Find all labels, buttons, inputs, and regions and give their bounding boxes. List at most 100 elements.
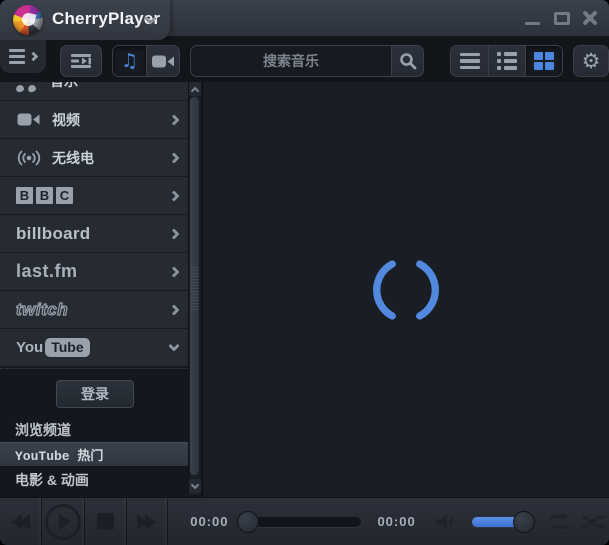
rewind-icon [10, 513, 30, 530]
seek-slider-thumb[interactable] [237, 510, 260, 533]
submenu-item-browse-channels[interactable]: 浏览频道 [0, 417, 190, 442]
loading-spinner-icon [373, 259, 439, 320]
sidebar-item-billboard[interactable]: billboard [0, 215, 190, 253]
scroll-up-button[interactable] [189, 82, 201, 96]
search-box [190, 45, 424, 77]
sidebar-item-youtube[interactable]: You Tube [0, 329, 190, 367]
stop-icon [96, 513, 114, 530]
play-icon [44, 503, 81, 540]
fast-forward-icon [137, 513, 157, 530]
lastfm-logo: last.fm [16, 261, 78, 281]
sidebar-item-lastfm[interactable]: last.fm [0, 253, 190, 291]
maximize-icon [554, 11, 570, 25]
chevron-down-icon [168, 339, 180, 352]
rewind-button[interactable] [0, 497, 42, 545]
cherryplayer-window: CherryPlayer ♫ 搜索音乐 ⚙ 视频 无线电 B B C billb… [0, 0, 609, 545]
view-toggle-group [450, 45, 563, 77]
sidebar: 音乐 视频 [0, 82, 202, 497]
chevron-right-icon [168, 189, 180, 202]
main-menu-button[interactable] [0, 40, 46, 73]
chevron-right-icon [28, 51, 39, 62]
youtube-logo-tube: Tube [45, 338, 90, 357]
minimize-button[interactable] [521, 7, 543, 29]
stop-button[interactable] [85, 497, 127, 545]
music-mode-button[interactable]: ♫ [113, 46, 146, 76]
media-mode-toggle: ♫ [112, 45, 180, 77]
chevron-right-icon [168, 151, 180, 164]
toolbar: ♫ 搜索音乐 ⚙ [0, 40, 609, 82]
list-view-icon [459, 52, 480, 70]
volume-slider[interactable] [471, 510, 536, 533]
youtube-logo: You Tube [16, 338, 90, 357]
playlist-button[interactable] [60, 45, 102, 77]
scrollbar-grip [191, 267, 198, 311]
bbc-letter: C [56, 187, 73, 204]
player-view [202, 82, 609, 497]
titlebar: CherryPlayer [0, 0, 609, 40]
cherryplayer-logo-icon [13, 5, 43, 35]
scrollbar-thumb[interactable] [190, 97, 199, 475]
shuffle-button[interactable] [581, 513, 609, 531]
sidebar-item-twitch[interactable]: twitch [0, 291, 190, 329]
view-detail-button[interactable] [488, 46, 525, 76]
chevron-right-icon [168, 303, 180, 316]
submenu-item-youtube-trending[interactable]: YouTube 热门 [0, 442, 190, 467]
speaker-icon [435, 514, 453, 529]
sidebar-item-music[interactable]: 音乐 [0, 82, 190, 101]
youtube-submenu: 登录 浏览频道 YouTube 热门 电影 & 动画 [0, 368, 190, 497]
view-grid-button[interactable] [525, 46, 562, 76]
volume-slider-thumb[interactable] [513, 510, 536, 533]
youtube-logo-you: You [16, 339, 44, 356]
chevron-right-icon [168, 227, 180, 240]
music-note-icon [15, 83, 37, 93]
sidebar-item-label: 无线电 [52, 149, 94, 166]
radio-waves-icon [16, 150, 42, 166]
twitch-logo: twitch [15, 299, 69, 319]
seek-slider[interactable] [237, 510, 362, 533]
billboard-logo: billboard [16, 223, 91, 243]
sidebar-item-bbc[interactable]: B B C [0, 177, 190, 215]
chevron-right-icon [168, 113, 180, 126]
view-list-button[interactable] [451, 46, 488, 76]
playlist-icon [71, 54, 91, 68]
shuffle-icon [581, 513, 608, 530]
maximize-button[interactable] [551, 7, 573, 29]
repeat-icon [550, 513, 570, 530]
login-button[interactable]: 登录 [56, 380, 134, 408]
video-mode-button[interactable] [146, 46, 179, 76]
content-area: 音乐 视频 [0, 82, 609, 497]
close-icon [582, 10, 598, 26]
chevron-up-icon [190, 86, 200, 95]
submenu-item-movies-animation[interactable]: 电影 & 动画 [0, 467, 190, 492]
sidebar-item-label: 音乐 [50, 82, 78, 91]
magnifier-icon [399, 53, 416, 70]
playback-controlbar: 00:00 00:00 [0, 497, 609, 545]
minimize-icon [524, 21, 540, 25]
grid-view-icon [534, 52, 554, 70]
repeat-button[interactable] [547, 513, 573, 531]
gear-icon: ⚙ [581, 48, 601, 73]
detail-view-icon [497, 52, 517, 70]
hamburger-icon [9, 49, 25, 64]
play-button[interactable] [42, 497, 85, 545]
bbc-logo: B B C [16, 187, 73, 204]
sidebar-item-label: 视频 [52, 111, 80, 128]
duration-time: 00:00 [377, 514, 416, 529]
search-input[interactable] [191, 46, 391, 76]
chevron-right-icon [168, 265, 180, 278]
close-button[interactable] [579, 7, 601, 29]
sidebar-item-radio[interactable]: 无线电 [0, 139, 190, 177]
sidebar-item-video[interactable]: 视频 [0, 101, 190, 139]
bbc-letter: B [16, 187, 33, 204]
scroll-down-button[interactable] [189, 479, 201, 493]
search-button[interactable] [391, 46, 423, 76]
elapsed-time: 00:00 [190, 514, 229, 529]
settings-button[interactable]: ⚙ [573, 45, 609, 77]
volume-button[interactable] [434, 513, 460, 531]
video-camera-icon [16, 112, 42, 127]
chevron-down-icon [190, 480, 200, 490]
video-camera-icon [151, 55, 174, 67]
sidebar-scrollbar[interactable] [188, 82, 201, 495]
app-title-tab[interactable]: CherryPlayer [0, 0, 170, 40]
forward-button[interactable] [127, 497, 169, 545]
